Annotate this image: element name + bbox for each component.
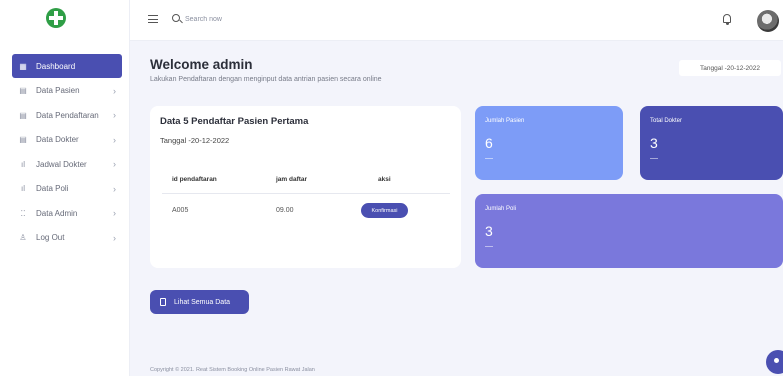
card-title: Data 5 Pendaftar Pasien Pertama bbox=[160, 116, 309, 127]
sidebar-item-log-out[interactable]: ♙ Log Out › bbox=[12, 226, 122, 250]
column-header-action: aksi bbox=[378, 176, 391, 183]
sidebar-item-data-pendaftaran[interactable]: ▤ Data Pendaftaran › bbox=[12, 103, 122, 127]
chevron-right-icon: › bbox=[113, 232, 116, 243]
footer-copyright: Copyright © 2021. Reat Sistem Booking On… bbox=[150, 367, 315, 373]
sidebar-item-label: Data Poli bbox=[36, 184, 69, 193]
chevron-right-icon: › bbox=[113, 159, 116, 169]
sidebar-item-data-admin[interactable]: ⁚⁚ Data Admin › bbox=[12, 201, 122, 225]
sidebar-item-data-poli[interactable]: ıl Data Poli › bbox=[12, 177, 122, 201]
bar-chart-icon: ıl bbox=[21, 159, 25, 169]
view-all-button[interactable]: Lihat Semua Data bbox=[150, 290, 249, 314]
sidebar-item-dashboard[interactable]: ▦ Dashboard bbox=[12, 54, 122, 78]
user-icon: ♙ bbox=[19, 233, 27, 242]
table-icon: ▤ bbox=[19, 110, 27, 120]
sidebar-item-label: Jadwal Dokter bbox=[36, 159, 87, 169]
search-icon[interactable] bbox=[172, 14, 180, 22]
search-input[interactable] bbox=[185, 12, 325, 26]
view-all-label: Lihat Semua Data bbox=[174, 298, 231, 306]
column-header-id: id pendaftaran bbox=[172, 176, 217, 183]
stat-card-pasien: Jumlah Pasien 6 bbox=[475, 106, 623, 180]
registrant-card: Data 5 Pendaftar Pasien Pertama Tanggal … bbox=[150, 106, 461, 268]
sidebar-nav: ▦ Dashboard ▤ Data Pasien › ▤ Data Penda… bbox=[12, 54, 122, 250]
sidebar-item-label: Data Dokter bbox=[36, 135, 79, 144]
settings-fab-icon[interactable] bbox=[766, 350, 783, 374]
cell-id: A005 bbox=[172, 207, 189, 214]
table-icon: ▤ bbox=[19, 86, 27, 95]
column-header-time: jam daftar bbox=[276, 176, 308, 183]
cell-time: 09.00 bbox=[276, 207, 294, 214]
stat-value: 6 bbox=[485, 135, 493, 151]
stat-card-poli: Jumlah Poli 3 bbox=[475, 194, 783, 268]
bar-chart-icon: ıl bbox=[21, 184, 25, 193]
table-icon: ▤ bbox=[19, 135, 27, 144]
stat-divider bbox=[485, 246, 493, 247]
table-divider bbox=[162, 193, 450, 194]
chevron-right-icon: › bbox=[113, 110, 116, 120]
stat-label: Jumlah Poli bbox=[485, 206, 517, 212]
menu-icon[interactable] bbox=[148, 15, 158, 23]
stat-value: 3 bbox=[650, 135, 658, 151]
chevron-right-icon: › bbox=[113, 134, 116, 145]
sidebar-item-data-pasien[interactable]: ▤ Data Pasien › bbox=[12, 79, 122, 103]
page-subtitle: Lakukan Pendaftaran dengan menginput dat… bbox=[150, 76, 382, 83]
sidebar-item-label: Data Pasien bbox=[36, 86, 80, 95]
topbar bbox=[130, 0, 783, 41]
document-icon bbox=[160, 298, 166, 306]
avatar[interactable] bbox=[757, 10, 779, 32]
stat-label: Total Dokter bbox=[650, 118, 683, 124]
brackets-icon: ⁚⁚ bbox=[20, 208, 26, 218]
sidebar-item-label: Log Out bbox=[36, 233, 65, 242]
stat-label: Jumlah Pasien bbox=[485, 118, 525, 124]
date-badge: Tanggal -20-12-2022 bbox=[679, 60, 781, 76]
sidebar-item-label: Data Admin bbox=[36, 208, 78, 218]
grid-icon: ▦ bbox=[19, 61, 27, 71]
sidebar-item-label: Data Pendaftaran bbox=[36, 110, 99, 120]
card-date: Tanggal -20-12-2022 bbox=[160, 136, 230, 145]
chevron-right-icon: › bbox=[113, 85, 116, 96]
bell-icon[interactable] bbox=[723, 14, 731, 25]
sidebar: ▦ Dashboard ▤ Data Pasien › ▤ Data Penda… bbox=[0, 0, 130, 376]
sidebar-item-jadwal-dokter[interactable]: ıl Jadwal Dokter › bbox=[12, 152, 122, 176]
chevron-right-icon: › bbox=[113, 208, 116, 218]
chevron-right-icon: › bbox=[113, 183, 116, 194]
sidebar-item-label: Dashboard bbox=[36, 61, 76, 71]
stat-card-dokter: Total Dokter 3 bbox=[640, 106, 783, 180]
page-title: Welcome admin bbox=[150, 57, 253, 72]
logo-icon[interactable] bbox=[46, 8, 66, 28]
confirm-button[interactable]: Konfirmasi bbox=[361, 203, 408, 218]
stat-value: 3 bbox=[485, 223, 493, 239]
sidebar-item-data-dokter[interactable]: ▤ Data Dokter › bbox=[12, 128, 122, 152]
stat-divider bbox=[485, 158, 493, 159]
stat-divider bbox=[650, 158, 658, 159]
